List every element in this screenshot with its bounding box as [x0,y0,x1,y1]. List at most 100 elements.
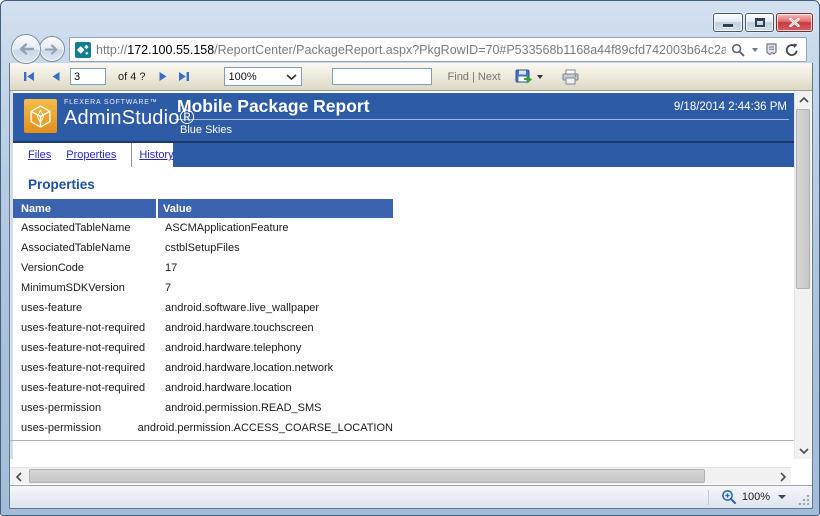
last-page-icon [178,71,190,82]
first-page-button[interactable] [23,71,35,82]
table-header-row: Name Value [13,199,393,218]
search-icon[interactable] [731,43,745,57]
search-dropdown-icon[interactable] [752,48,758,52]
previous-page-icon [51,71,61,82]
horizontal-scrollbar-thumb[interactable] [29,469,705,483]
next-page-button[interactable] [158,71,168,82]
report-toolbar: of 4 ? 100% Find | Next [10,63,812,91]
report-body: Properties Name Value AssociatedTableNam… [13,167,794,459]
export-dropdown-icon[interactable] [537,75,543,79]
back-button[interactable] [11,34,41,64]
tab-properties[interactable]: Properties [66,149,116,161]
property-name-cell: uses-permission [13,402,160,414]
url-field[interactable]: http://172.100.55.158/ReportCenter/Packa… [96,43,726,57]
url-scheme: http:// [96,43,127,57]
tab-separator [131,143,132,167]
tab-files[interactable]: Files [28,149,51,161]
minimize-button[interactable] [713,13,743,32]
scroll-left-button[interactable] [10,468,27,485]
status-zoom-level[interactable]: 100% [742,491,770,503]
property-value-cell: android.software.live_wallpaper [160,302,393,314]
cube-icon [28,104,53,129]
print-icon [561,69,580,85]
compatibility-view-icon[interactable] [765,43,778,57]
export-button[interactable] [515,69,533,85]
horizontal-scrollbar[interactable] [10,467,791,484]
tab-history[interactable]: History [139,149,173,161]
find-link[interactable]: Find [448,71,469,83]
table-row: VersionCode 17 [13,258,393,278]
find-next-links: Find | Next [448,71,501,83]
maximize-button[interactable] [745,13,774,32]
property-value-cell: android.hardware.location.network [160,362,393,374]
next-link[interactable]: Next [478,71,501,83]
brand-block: FLEXERA SOFTWARE™ AdminStudio® [64,99,195,130]
previous-page-button[interactable] [51,71,61,82]
scroll-down-button[interactable] [795,442,812,459]
close-button[interactable] [776,13,813,32]
chevron-right-icon [780,472,786,482]
forward-arrow-icon [45,44,59,55]
status-bar: 100% [10,485,812,508]
tab-bar: Files Properties History [13,143,794,167]
print-button[interactable] [561,69,580,85]
column-header-name: Name [13,199,158,218]
property-value-cell: ASCMApplicationFeature [160,222,393,234]
property-name-cell: uses-feature-not-required [13,322,160,334]
first-page-icon [23,71,35,82]
forward-button[interactable] [39,36,65,62]
property-name-cell: uses-permission [13,422,133,434]
property-value-cell: android.permission.ACCESS_COARSE_LOCATIO… [133,422,393,434]
zoom-magnifier-icon [721,489,737,505]
property-name-cell: AssociatedTableName [13,222,160,234]
vertical-scrollbar[interactable] [794,91,811,459]
report-title: Mobile Package Report [177,96,370,117]
adminstudio-logo [24,99,57,133]
tab-strip: Files Properties History [13,143,173,167]
resize-grip[interactable] [797,493,809,505]
property-name-cell: uses-feature-not-required [13,342,160,354]
site-favicon [75,42,91,58]
scroll-up-button[interactable] [795,91,812,108]
report-subtitle: Blue Skies [180,124,232,136]
page-number-input[interactable] [70,68,106,85]
report-page-bottom-border [10,440,794,441]
table-row: uses-feature-not-required android.hardwa… [13,358,393,378]
scroll-right-button[interactable] [774,468,791,485]
table-row: uses-permission android.permission.ACCES… [13,418,393,438]
last-page-button[interactable] [178,71,190,82]
minimize-icon [723,24,733,27]
next-page-icon [158,71,168,82]
property-value-cell: 17 [160,262,393,274]
table-row: MinimumSDKVersion 7 [13,278,393,298]
zoom-select-value: 100% [229,71,257,83]
page-count-label: of 4 ? [118,71,146,83]
table-row: uses-feature-not-required android.hardwa… [13,318,393,338]
refresh-icon[interactable] [785,43,799,57]
table-row: uses-feature-not-required android.hardwa… [13,378,393,398]
property-name-cell: uses-feature [13,302,160,314]
table-row: AssociatedTableName cstblSetupFiles [13,238,393,258]
property-value-cell: android.hardware.location [160,382,393,394]
url-host: 172.100.55.158 [127,43,214,57]
zoom-select[interactable]: 100% [224,67,302,86]
report-header: FLEXERA SOFTWARE™ AdminStudio® Mobile Pa… [13,93,794,141]
property-name-cell: VersionCode [13,262,160,274]
maximize-icon [755,18,765,27]
table-row: uses-feature-not-required android.hardwa… [13,338,393,358]
property-value-cell: 7 [160,282,393,294]
property-name-cell: uses-feature-not-required [13,362,160,374]
properties-table-body: AssociatedTableName ASCMApplicationFeatu… [13,218,393,438]
find-input[interactable] [332,68,432,85]
address-bar[interactable]: http://172.100.55.158/ReportCenter/Packa… [69,37,807,62]
export-icon [515,69,533,85]
property-name-cell: MinimumSDKVersion [13,282,160,294]
vertical-scrollbar-thumb[interactable] [796,109,810,289]
table-row: uses-feature android.software.live_wallp… [13,298,393,318]
property-value-cell: android.permission.READ_SMS [160,402,393,414]
column-header-value: Value [158,199,393,218]
zoom-dropdown-icon[interactable] [778,495,786,499]
table-row: AssociatedTableName ASCMApplicationFeatu… [13,218,393,238]
report-datetime: 9/18/2014 2:44:36 PM [674,101,787,113]
section-heading: Properties [28,177,794,192]
